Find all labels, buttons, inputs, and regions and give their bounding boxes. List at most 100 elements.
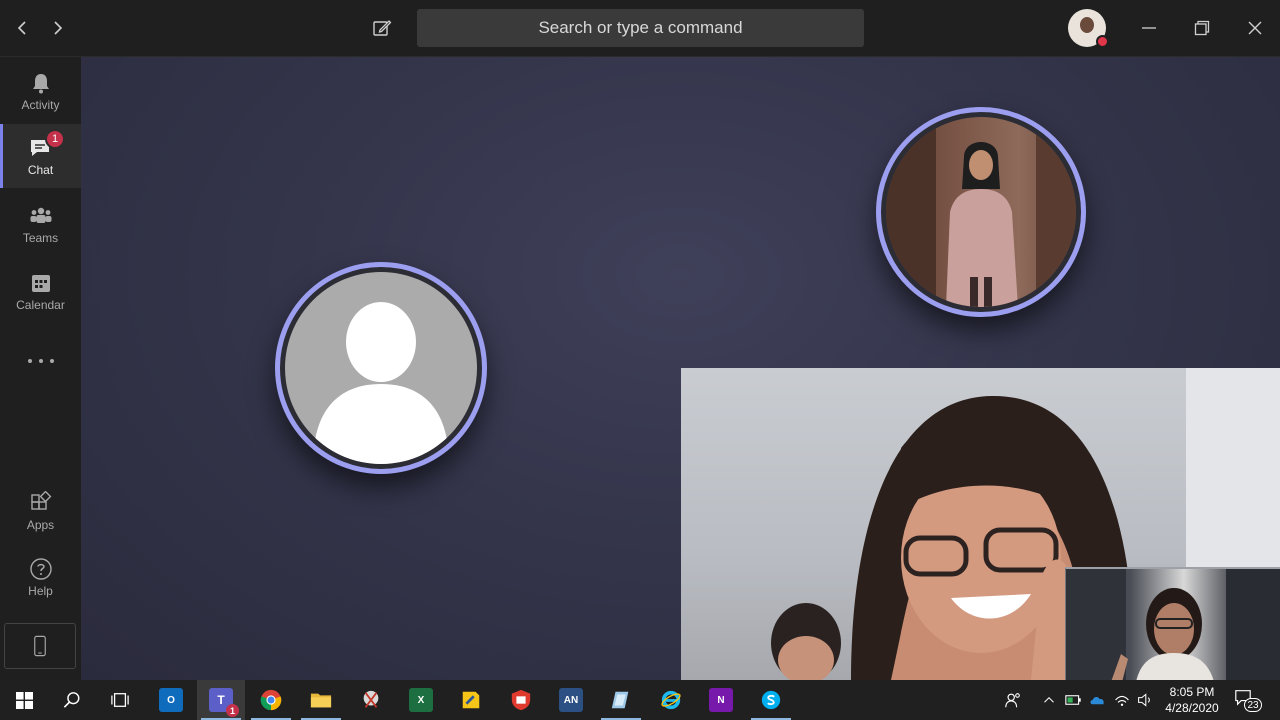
new-chat-button[interactable] bbox=[368, 14, 396, 42]
battery-button[interactable] bbox=[1063, 690, 1083, 710]
chevron-up-icon bbox=[1044, 697, 1054, 703]
taskbar-anydesk[interactable]: AN bbox=[547, 680, 595, 720]
rail-item-chat[interactable]: Chat 1 bbox=[0, 124, 81, 188]
teams-taskbar-badge: 1 bbox=[226, 704, 239, 717]
shield-icon bbox=[511, 689, 531, 711]
self-video-preview[interactable] bbox=[1065, 567, 1280, 680]
teams-icon bbox=[30, 207, 51, 223]
chevron-left-icon bbox=[17, 21, 26, 35]
participant-avatar-photo[interactable] bbox=[876, 107, 1086, 317]
taskbar-skype[interactable] bbox=[747, 680, 795, 720]
forward-button[interactable] bbox=[43, 14, 71, 42]
participant-photo bbox=[886, 117, 1076, 307]
windows-logo-icon bbox=[15, 691, 33, 709]
search-icon bbox=[63, 692, 80, 708]
folder-icon bbox=[310, 693, 332, 708]
taskbar-internet-explorer[interactable] bbox=[647, 680, 695, 720]
meeting-stage bbox=[81, 57, 1280, 680]
system-clock[interactable]: 8:05 PM 4/28/2020 bbox=[1160, 684, 1224, 716]
device-settings-button[interactable] bbox=[4, 623, 76, 669]
restore-button[interactable] bbox=[1184, 10, 1220, 46]
task-view-button[interactable] bbox=[96, 680, 144, 720]
onenote-icon: N bbox=[709, 688, 733, 712]
bell-icon bbox=[32, 73, 49, 93]
profile-avatar[interactable] bbox=[1068, 9, 1109, 48]
taskbar-outlook[interactable]: O bbox=[147, 680, 195, 720]
taskbar-file-explorer[interactable] bbox=[297, 680, 345, 720]
close-button[interactable] bbox=[1237, 10, 1273, 46]
notes-app-icon bbox=[462, 691, 480, 709]
people-icon bbox=[1005, 693, 1020, 708]
onedrive-button[interactable] bbox=[1087, 690, 1107, 710]
rail-item-calendar[interactable]: Calendar bbox=[0, 259, 81, 323]
cloud-icon bbox=[1090, 696, 1104, 705]
dot bbox=[39, 359, 43, 363]
taskbar-snipping-tool[interactable] bbox=[347, 680, 395, 720]
rail-label-apps: Apps bbox=[26, 517, 55, 532]
back-button[interactable] bbox=[9, 14, 37, 42]
person-placeholder-icon bbox=[313, 302, 449, 464]
teams-app-icon: T 1 bbox=[209, 688, 239, 717]
document-icon bbox=[611, 691, 629, 709]
volume-button[interactable] bbox=[1135, 690, 1155, 710]
rail-label-activity: Activity bbox=[21, 97, 60, 112]
dot bbox=[50, 359, 54, 363]
network-button[interactable] bbox=[1112, 690, 1132, 710]
minimize-icon bbox=[1142, 27, 1156, 29]
outlook-icon: O bbox=[159, 688, 183, 712]
chat-unread-badge: 1 bbox=[45, 129, 65, 149]
close-icon bbox=[1248, 21, 1262, 35]
participant-tile bbox=[285, 272, 477, 464]
calendar-icon bbox=[31, 274, 50, 292]
excel-icon: X bbox=[409, 688, 433, 712]
task-view-icon bbox=[111, 693, 129, 707]
people-button[interactable] bbox=[1003, 690, 1023, 710]
windows-taskbar: O T 1 X AN N 8:05 PM 4/28/2020 23 bbox=[0, 680, 1280, 720]
self-video-image bbox=[1066, 569, 1280, 680]
taskbar-chrome[interactable] bbox=[247, 680, 295, 720]
rail-item-teams[interactable]: Teams bbox=[0, 192, 81, 256]
avatar-face bbox=[1080, 17, 1094, 33]
skype-icon bbox=[761, 690, 781, 710]
start-button[interactable] bbox=[0, 680, 48, 720]
anydesk-icon: AN bbox=[559, 688, 583, 712]
rail-item-activity[interactable]: Activity bbox=[0, 59, 81, 123]
teams-letter: T bbox=[217, 693, 225, 707]
person-photo-image bbox=[886, 117, 1076, 307]
rail-label-teams: Teams bbox=[22, 230, 59, 245]
show-hidden-icons-button[interactable] bbox=[1039, 690, 1059, 710]
taskbar-notes-app[interactable] bbox=[447, 680, 495, 720]
notification-count: 23 bbox=[1244, 698, 1262, 712]
dot bbox=[28, 359, 32, 363]
minimize-button[interactable] bbox=[1131, 10, 1167, 46]
participant-avatar-placeholder[interactable] bbox=[275, 262, 487, 474]
taskbar-excel[interactable]: X bbox=[397, 680, 445, 720]
rail-label-calendar: Calendar bbox=[16, 297, 65, 312]
taskbar-document-app[interactable] bbox=[597, 680, 645, 720]
app-rail: Activity Chat 1 Teams Calendar Apps Help bbox=[0, 57, 81, 680]
taskbar-onenote[interactable]: N bbox=[697, 680, 745, 720]
action-center-button[interactable]: 23 bbox=[1234, 688, 1262, 712]
taskbar-teams[interactable]: T 1 bbox=[197, 680, 245, 720]
chevron-right-icon bbox=[54, 21, 63, 35]
search-placeholder: Search or type a command bbox=[538, 18, 743, 37]
phone-icon bbox=[34, 635, 46, 657]
rail-item-help[interactable]: Help bbox=[0, 545, 81, 609]
speaker-icon bbox=[1138, 693, 1150, 707]
help-icon bbox=[29, 557, 52, 580]
taskbar-search-button[interactable] bbox=[48, 680, 96, 720]
status-busy-indicator bbox=[1096, 35, 1109, 48]
search-bar[interactable]: Search or type a command bbox=[417, 9, 864, 47]
chrome-icon bbox=[260, 689, 282, 711]
rail-label-help: Help bbox=[28, 583, 53, 598]
apps-icon bbox=[30, 490, 51, 510]
clock-date: 4/28/2020 bbox=[1165, 701, 1219, 715]
rail-label-chat: Chat bbox=[27, 162, 54, 177]
ie-icon bbox=[661, 690, 681, 710]
taskbar-security-app[interactable] bbox=[497, 680, 545, 720]
scissors-icon bbox=[363, 690, 379, 708]
more-apps-button[interactable] bbox=[28, 357, 54, 365]
compose-icon bbox=[373, 20, 392, 36]
restore-icon bbox=[1194, 20, 1210, 36]
rail-item-apps[interactable]: Apps bbox=[0, 479, 81, 543]
